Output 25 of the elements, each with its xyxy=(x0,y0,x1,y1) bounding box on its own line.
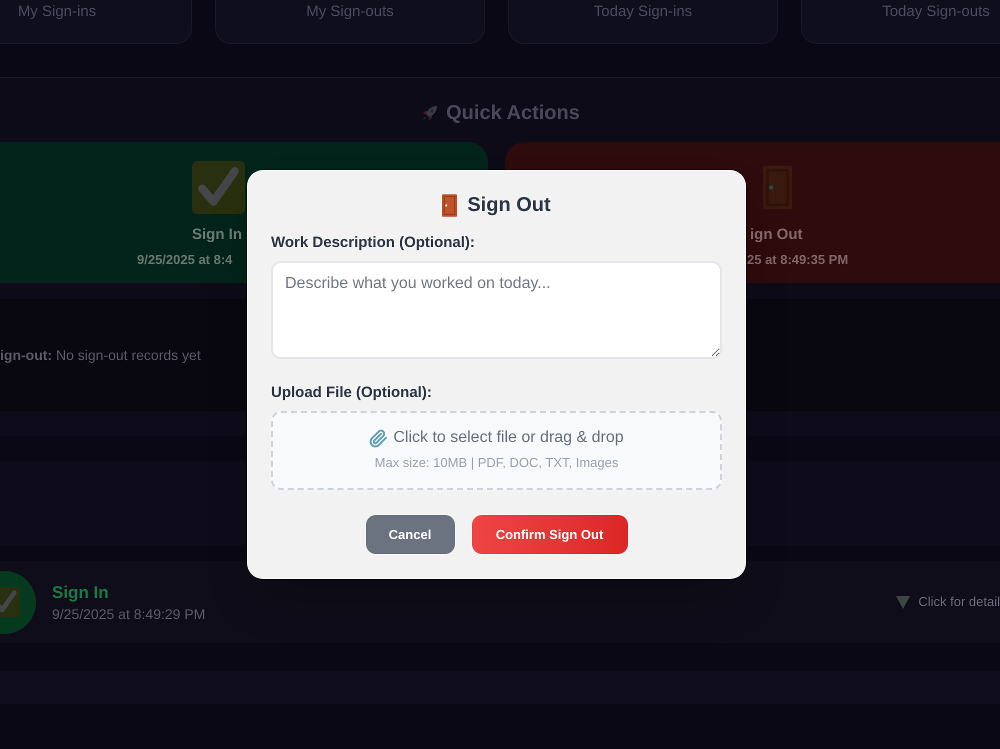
file-drop-zone[interactable]: Click to select file or drag & drop Max size: 10MB | PDF, DOC, TXT, Images xyxy=(271,411,722,490)
stat-label: My Sign-ins xyxy=(18,3,96,22)
cancel-button[interactable]: Cancel xyxy=(366,515,454,554)
status-text: ign-out: No sign-out records yet xyxy=(0,346,201,364)
action-label: ign Out xyxy=(750,225,802,244)
action-label: Sign In xyxy=(192,225,242,244)
field-label: Work Description (Optional): xyxy=(271,234,476,252)
description-field[interactable]: Describe what you worked on today... xyxy=(271,261,722,359)
action-time: 25 at 8:49:35 PM xyxy=(747,252,848,268)
confirm-sign-out-button[interactable]: Confirm Sign Out xyxy=(472,515,628,554)
stat-label: Today Sign-ins xyxy=(594,3,692,22)
check-icon xyxy=(192,161,245,214)
details-hint: Click for detail xyxy=(918,594,1000,610)
record-time: 9/25/2025 at 8:49:29 PM xyxy=(52,604,206,622)
caret-down-icon xyxy=(896,595,910,609)
paperclip-icon xyxy=(369,428,388,448)
stat-label: My Sign-outs xyxy=(306,3,394,22)
upload-prompt: Click to select file or drag & drop xyxy=(393,428,624,448)
field-label: Upload File (Optional): xyxy=(271,384,433,402)
record-title: Sign In xyxy=(52,582,110,604)
stat-label: Today Sign-outs xyxy=(882,3,990,22)
door-icon xyxy=(442,194,458,216)
action-time: 9/25/2025 at 8:4 xyxy=(137,252,232,268)
section-title: Quick Actions xyxy=(446,101,580,125)
upload-note: Max size: 10MB | PDF, DOC, TXT, Images xyxy=(374,455,618,471)
